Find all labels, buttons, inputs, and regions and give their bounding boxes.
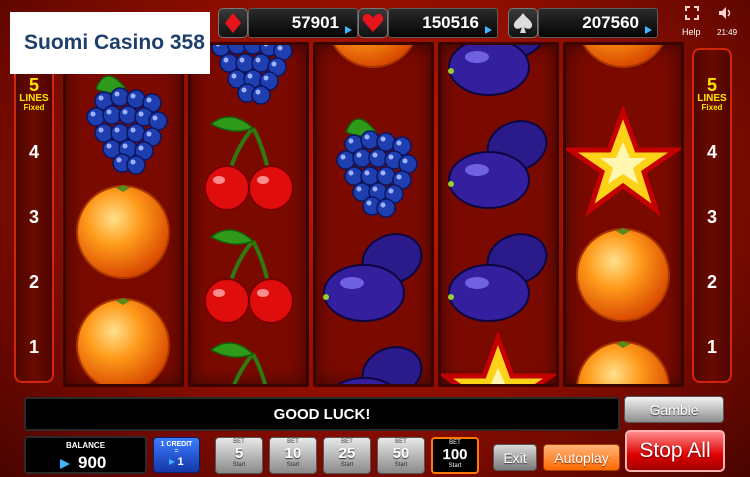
cherry-icon: [209, 342, 268, 384]
bet-button-5[interactable]: BET 5 Start: [215, 437, 263, 474]
header-controls: Help 21:49: [676, 4, 746, 40]
arrow-icon: [60, 459, 70, 469]
reel-5: [563, 42, 684, 387]
line-number: 2: [706, 272, 717, 292]
balance-display: BALANCE 900: [24, 436, 147, 474]
plum-icon: [448, 45, 548, 96]
gamble-button[interactable]: Gamble: [624, 396, 724, 423]
line-number: 2: [28, 272, 39, 292]
fullscreen-icon[interactable]: [685, 6, 699, 20]
bet-button-25[interactable]: BET 25 Start: [323, 437, 371, 474]
jackpot-heart: 150516: [358, 6, 498, 39]
clock: 21:49: [717, 28, 738, 37]
jackpot-diamond: 57901: [218, 6, 358, 39]
reel-2: [188, 42, 309, 387]
balance-value: 900: [78, 453, 107, 472]
autoplay-button[interactable]: Autoplay: [543, 444, 620, 471]
lines-panel-left: 5 LINES Fixed 4 3 2 1: [14, 48, 54, 383]
spade-icon: [508, 7, 538, 38]
orange-icon: [332, 45, 414, 68]
plum-icon: [448, 233, 548, 322]
orange-icon: [582, 45, 664, 68]
slot-game-stage: Suomi Casino 358 57901 150516 207560 Hel…: [0, 0, 750, 477]
jackpot-value: 207560: [538, 7, 658, 38]
lines-header: 5 LINES Fixed: [697, 75, 727, 112]
line-number: 1: [28, 337, 39, 357]
credit-denomination-button[interactable]: 1 CREDIT = 1: [153, 437, 200, 473]
line-number: 4: [28, 142, 39, 162]
bet-button-10[interactable]: BET 10 Start: [269, 437, 317, 474]
star-icon: [566, 106, 681, 217]
orange-icon: [576, 228, 670, 322]
balance-label: BALANCE: [65, 441, 106, 450]
brand-banner: Suomi Casino 358: [10, 12, 210, 74]
cherry-icon: [204, 116, 294, 211]
arrow-icon: [169, 459, 176, 465]
plum-icon: [337, 346, 423, 384]
orange-icon: [576, 341, 670, 384]
diamond-icon: [218, 7, 248, 38]
grapes-icon: [336, 118, 418, 218]
orange-icon: [76, 185, 170, 279]
sound-icon[interactable]: [718, 6, 734, 20]
credit-separator: =: [174, 448, 179, 455]
star-icon: [441, 332, 556, 384]
grapes-icon: [86, 75, 168, 175]
bet-button-50[interactable]: BET 50 Start: [377, 437, 425, 474]
stop-all-button[interactable]: Stop All: [625, 430, 725, 472]
credit-label: 1 CREDIT: [160, 441, 193, 448]
exit-button[interactable]: Exit: [493, 444, 537, 471]
credit-value: 1: [154, 456, 199, 468]
line-number: 4: [706, 142, 717, 162]
line-number: 3: [28, 207, 39, 227]
line-number: 1: [706, 337, 717, 357]
help-link[interactable]: Help: [682, 27, 701, 37]
jackpot-value: 57901: [248, 7, 358, 38]
plum-icon: [448, 120, 548, 209]
jackpot-value: 150516: [388, 7, 498, 38]
orange-icon: [76, 298, 170, 384]
jackpot-spade: 207560: [508, 6, 658, 39]
plum-icon: [323, 233, 423, 322]
lines-panel-right: 5 LINES Fixed 4 3 2 1: [692, 48, 732, 383]
line-number: 3: [706, 207, 717, 227]
brand-title: Suomi Casino 358: [24, 31, 205, 54]
cherry-icon: [204, 229, 294, 324]
heart-icon: [358, 7, 388, 38]
reel-3: [313, 42, 434, 387]
bet-button-100[interactable]: BET 100 Start: [431, 437, 479, 474]
reel-1: [63, 42, 184, 387]
reel-4: [438, 42, 559, 387]
message-bar: GOOD LUCK!: [24, 397, 620, 431]
